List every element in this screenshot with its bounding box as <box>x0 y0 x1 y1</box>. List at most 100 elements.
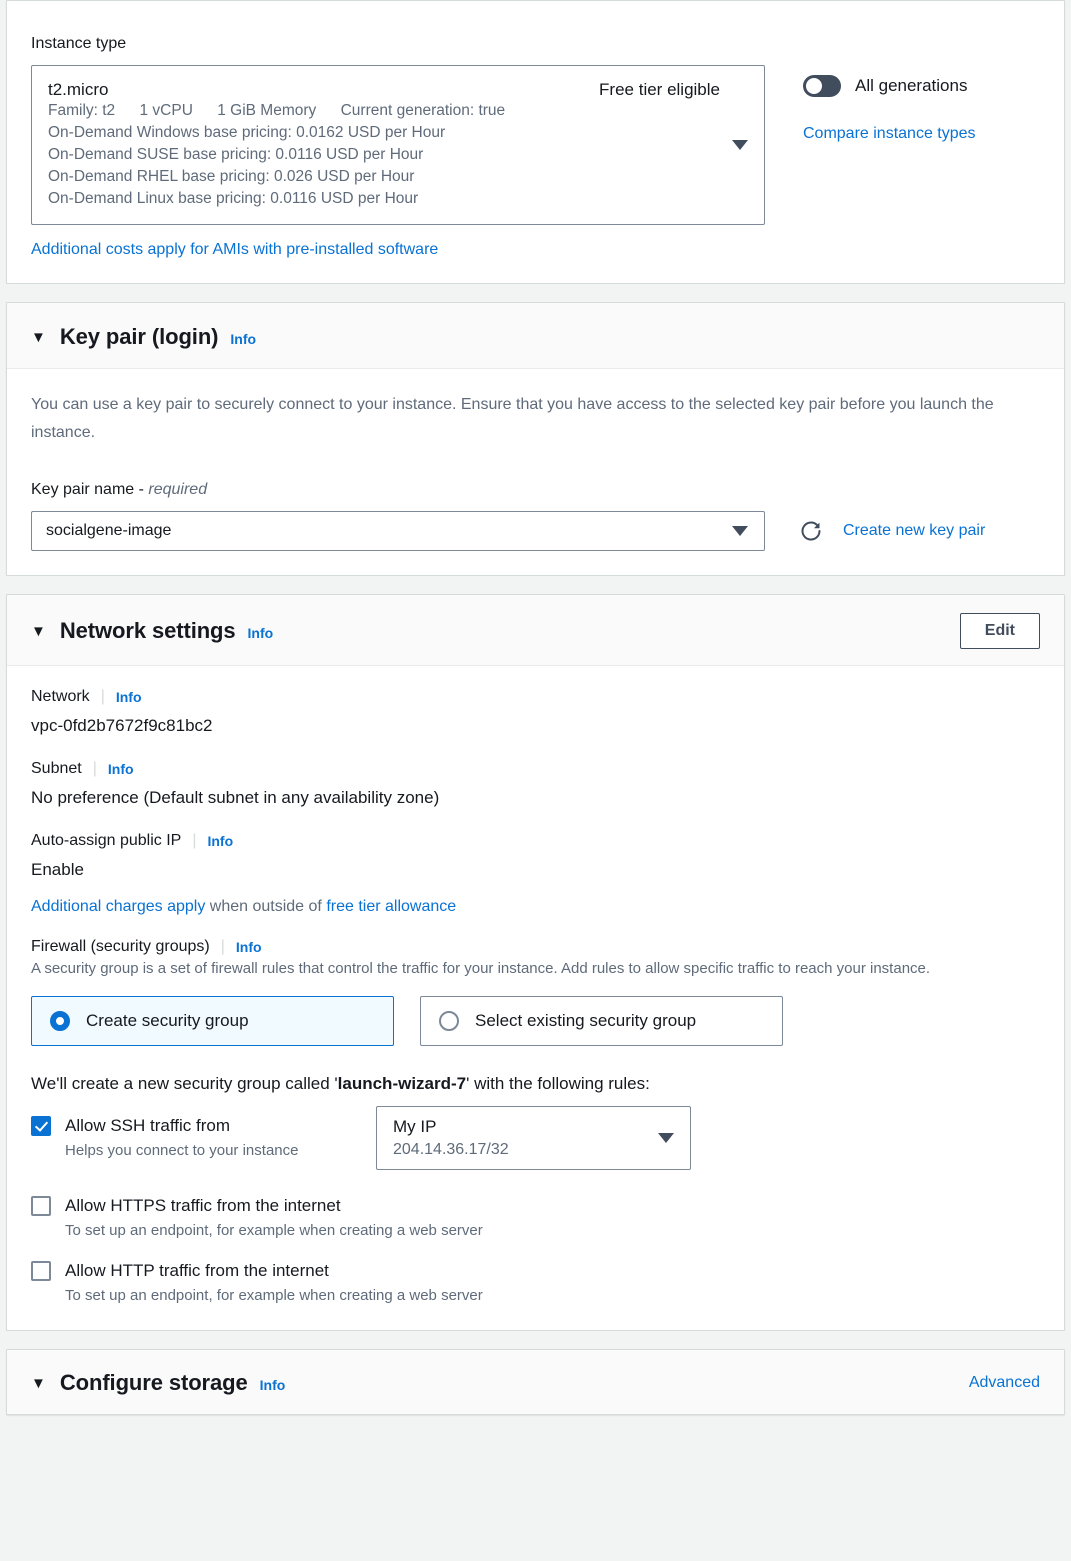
additional-charges-link[interactable]: Additional charges apply <box>31 898 205 916</box>
allow-ssh-label: Allow SSH traffic from <box>65 1116 231 1135</box>
subnet-info-link[interactable]: Info <box>108 761 134 777</box>
instance-current-generation: Current generation: true <box>340 102 506 119</box>
instance-type-side-controls: All generations Compare instance types <box>803 75 976 143</box>
key-pair-header-left: ▼ Key pair (login) Info <box>31 324 256 350</box>
instance-type-specs: Family: t2 1 vCPU 1 GiB Memory Current g… <box>48 100 706 122</box>
compare-instance-types-link[interactable]: Compare instance types <box>803 125 976 143</box>
create-new-key-pair-link[interactable]: Create new key pair <box>843 522 985 540</box>
instance-type-name: t2.micro <box>48 80 109 99</box>
allow-http-sublabel: To set up an endpoint, for example when … <box>65 1287 483 1304</box>
key-pair-name-label-text: Key pair name - <box>31 481 149 498</box>
create-security-group-label: Create security group <box>86 1011 249 1030</box>
key-pair-select[interactable]: socialgene-image <box>31 511 765 551</box>
rule-https-left: Allow HTTPS traffic from the internet To… <box>31 1196 483 1239</box>
network-settings-info-link[interactable]: Info <box>248 625 274 641</box>
key-pair-panel: ▼ Key pair (login) Info You can use a ke… <box>6 302 1065 576</box>
chevron-down-icon <box>732 140 748 150</box>
instance-type-panel: Instance type t2.micro Free tier eligibl… <box>6 0 1065 284</box>
firewall-label: Firewall (security groups) <box>31 938 210 955</box>
network-settings-header-left: ▼ Network settings Info <box>31 618 273 644</box>
auto-assign-ip-info-link[interactable]: Info <box>207 833 233 849</box>
instance-type-body: Instance type t2.micro Free tier eligibl… <box>7 1 1064 283</box>
rule-http-head: Allow HTTP traffic from the internet <box>31 1261 483 1281</box>
allow-https-sublabel: To set up an endpoint, for example when … <box>65 1222 483 1239</box>
key-pair-header: ▼ Key pair (login) Info <box>7 303 1064 369</box>
instance-vcpu: 1 vCPU <box>139 102 193 119</box>
charges-mid-text: when outside of <box>205 898 327 915</box>
configure-storage-title: Configure storage <box>59 1370 248 1395</box>
all-generations-toggle-row: All generations <box>803 75 976 97</box>
all-generations-toggle[interactable] <box>803 75 841 97</box>
chevron-down-icon <box>732 526 748 536</box>
panel-divider <box>0 576 1071 594</box>
toggle-knob <box>806 78 822 94</box>
sg-sentence-prefix: We'll create a new security group called… <box>31 1074 338 1093</box>
checkbox-unchecked-icon[interactable] <box>31 1261 51 1281</box>
refresh-icon[interactable] <box>799 519 823 543</box>
subnet-value: No preference (Default subnet in any ava… <box>31 788 440 807</box>
additional-charges-row: Additional charges apply when outside of… <box>31 898 1040 916</box>
security-group-options: Create security group Select existing se… <box>31 996 1040 1046</box>
instance-type-row: t2.micro Free tier eligible Family: t2 1… <box>31 53 1040 225</box>
security-group-name-sentence: We'll create a new security group called… <box>31 1074 1040 1094</box>
network-label: Network <box>31 688 90 705</box>
instance-type-label: Instance type <box>31 35 127 52</box>
key-pair-name-label: Key pair name - required <box>31 481 1040 499</box>
pricing-rhel: On-Demand RHEL base pricing: 0.026 USD p… <box>48 168 415 185</box>
key-pair-body: You can use a key pair to securely conne… <box>7 369 1064 575</box>
label-separator: | <box>220 938 225 955</box>
allow-https-label: Allow HTTPS traffic from the internet <box>65 1196 341 1215</box>
network-settings-title: Network settings <box>59 618 236 643</box>
instance-family: Family: t2 <box>48 102 116 119</box>
key-pair-required-text: required <box>148 481 208 498</box>
rule-row-https: Allow HTTPS traffic from the internet To… <box>31 1196 1040 1239</box>
all-generations-label: All generations <box>855 76 968 95</box>
rule-http-left: Allow HTTP traffic from the internet To … <box>31 1261 483 1304</box>
ssh-source-select[interactable]: My IP 204.14.36.17/32 <box>376 1106 691 1170</box>
additional-costs-link[interactable]: Additional costs apply for AMIs with pre… <box>31 241 438 259</box>
key-pair-info-link[interactable]: Info <box>230 331 256 347</box>
collapse-caret-icon[interactable]: ▼ <box>31 330 46 345</box>
edit-button[interactable]: Edit <box>959 613 1040 649</box>
network-info-link[interactable]: Info <box>116 689 142 705</box>
rule-ssh-left: Allow SSH traffic from Helps you connect… <box>31 1116 376 1159</box>
ssh-source-main: My IP <box>393 1117 437 1136</box>
radio-selected-icon <box>50 1011 70 1031</box>
key-pair-description: You can use a key pair to securely conne… <box>31 396 994 441</box>
advanced-link[interactable]: Advanced <box>969 1374 1040 1392</box>
instance-memory: 1 GiB Memory <box>217 102 317 119</box>
select-existing-security-group-option[interactable]: Select existing security group <box>420 996 783 1046</box>
instance-type-select[interactable]: t2.micro Free tier eligible Family: t2 1… <box>31 65 765 225</box>
allow-ssh-sublabel: Helps you connect to your instance <box>65 1142 299 1159</box>
firewall-description: A security group is a set of firewall ru… <box>31 960 931 977</box>
rule-ssh-head: Allow SSH traffic from <box>31 1116 376 1136</box>
create-security-group-option[interactable]: Create security group <box>31 996 394 1046</box>
ssh-source-cidr: 204.14.36.17/32 <box>393 1141 509 1158</box>
free-tier-allowance-link[interactable]: free tier allowance <box>326 898 456 916</box>
panel-divider <box>0 1331 1071 1349</box>
checkbox-checked-icon[interactable] <box>31 1116 51 1136</box>
network-settings-body: Network | Info vpc-0fd2b7672f9c81bc2 Sub… <box>7 666 1064 1330</box>
configure-storage-panel: ▼ Configure storage Info Advanced <box>6 1349 1065 1415</box>
label-separator: | <box>100 688 105 705</box>
instance-type-head: t2.micro Free tier eligible <box>48 80 746 100</box>
pricing-suse: On-Demand SUSE base pricing: 0.0116 USD … <box>48 146 424 163</box>
key-pair-selected-value: socialgene-image <box>46 522 172 539</box>
label-separator: | <box>92 760 97 777</box>
configure-storage-info-link[interactable]: Info <box>260 1377 286 1393</box>
security-group-name: launch-wizard-7 <box>337 1074 467 1093</box>
radio-unselected-icon <box>439 1011 459 1031</box>
rule-https-head: Allow HTTPS traffic from the internet <box>31 1196 483 1216</box>
collapse-caret-icon[interactable]: ▼ <box>31 1376 46 1391</box>
key-pair-row: socialgene-image Create new key pair <box>31 511 1040 551</box>
subnet-label-row: Subnet | Info <box>31 760 1040 778</box>
launch-instance-form: Instance type t2.micro Free tier eligibl… <box>0 0 1071 1415</box>
auto-assign-ip-label-row: Auto-assign public IP | Info <box>31 832 1040 850</box>
rule-row-ssh: Allow SSH traffic from Helps you connect… <box>31 1106 1040 1170</box>
collapse-caret-icon[interactable]: ▼ <box>31 624 46 639</box>
configure-storage-header-left: ▼ Configure storage Info <box>31 1370 285 1396</box>
panel-divider <box>0 284 1071 302</box>
rule-row-http: Allow HTTP traffic from the internet To … <box>31 1261 1040 1304</box>
firewall-info-link[interactable]: Info <box>236 939 262 955</box>
checkbox-unchecked-icon[interactable] <box>31 1196 51 1216</box>
